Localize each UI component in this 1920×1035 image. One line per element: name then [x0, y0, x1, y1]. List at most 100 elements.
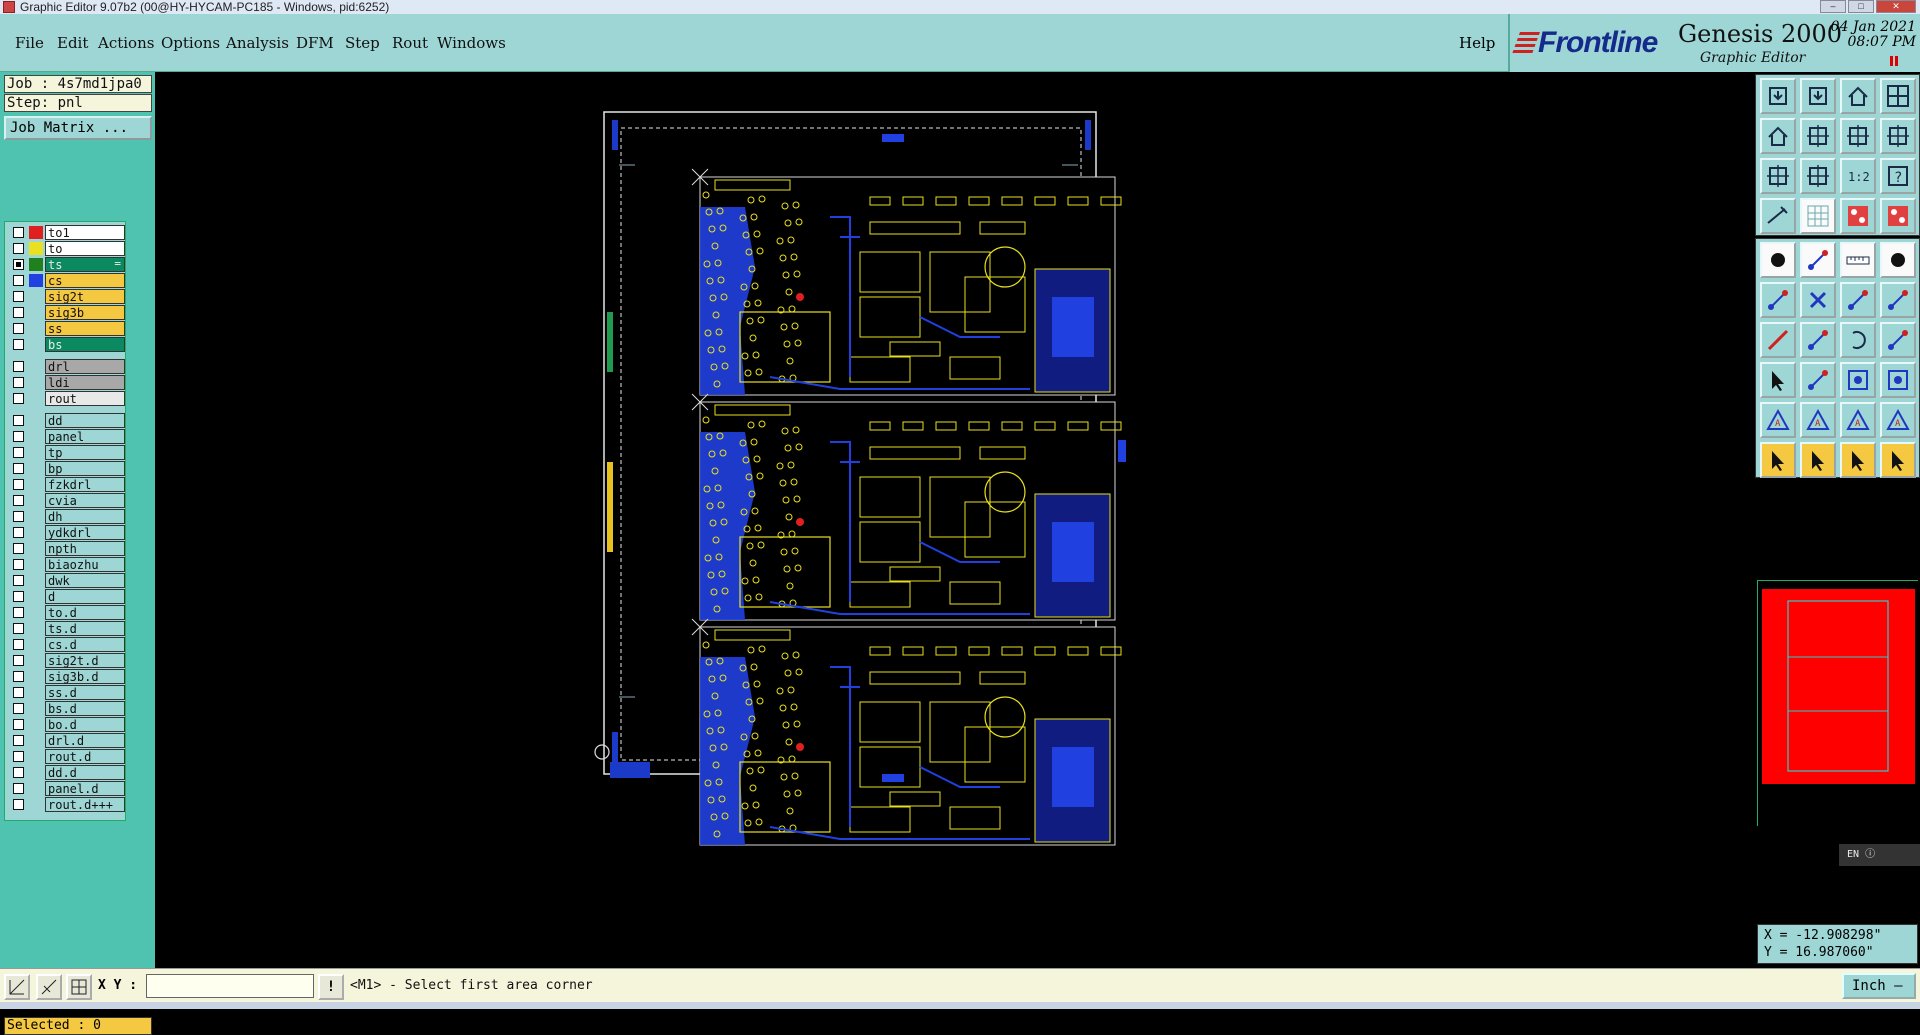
layer-row[interactable]: dd [7, 413, 125, 428]
layer-name[interactable]: to [45, 241, 125, 256]
menu-dfm[interactable]: DFM [296, 34, 334, 52]
layer-checkbox[interactable] [13, 527, 24, 538]
layer-color-swatch[interactable] [29, 274, 43, 287]
job-matrix-button[interactable]: Job Matrix ... [4, 116, 152, 140]
layer-checkbox[interactable] [13, 751, 24, 762]
draw-line-icon[interactable] [1800, 322, 1836, 358]
layer-color-swatch[interactable] [29, 638, 43, 651]
layer-row[interactable]: fzkdrl [7, 477, 125, 492]
measure-icon[interactable] [1760, 198, 1796, 234]
layer-name[interactable]: ydkdrl [45, 525, 125, 540]
help-query-icon[interactable]: ? [1880, 158, 1916, 194]
menu-analysis[interactable]: Analysis [226, 34, 289, 52]
close-icon[interactable]: ✕ [1876, 0, 1916, 13]
layer-row[interactable]: cvia [7, 493, 125, 508]
menu-windows[interactable]: Windows [437, 34, 506, 52]
layer-checkbox[interactable] [13, 495, 24, 506]
layer-name[interactable]: dwk [45, 573, 125, 588]
layer-row[interactable]: to [7, 241, 125, 256]
layer-name[interactable]: d [45, 589, 125, 604]
open-step-icon[interactable] [1760, 78, 1796, 114]
layer-color-swatch[interactable] [29, 558, 43, 571]
layer-checkbox[interactable] [13, 415, 24, 426]
select-net-icon[interactable] [1880, 442, 1916, 478]
layer-color-swatch[interactable] [29, 494, 43, 507]
polyline-icon[interactable] [1880, 322, 1916, 358]
ruler-icon[interactable] [1840, 242, 1876, 278]
layer-checkbox[interactable] [13, 339, 24, 350]
grid-icon[interactable] [1800, 198, 1836, 234]
triangle-a-icon[interactable]: A [1800, 402, 1836, 438]
layer-row[interactable]: dh [7, 509, 125, 524]
layer-checkbox[interactable] [13, 671, 24, 682]
draw-red-line-icon[interactable] [1760, 322, 1796, 358]
layer-color-swatch[interactable] [29, 766, 43, 779]
layer-checkbox[interactable] [13, 447, 24, 458]
layer-row[interactable]: ydkdrl [7, 525, 125, 540]
layer-checkbox[interactable] [13, 655, 24, 666]
layer-checkbox[interactable] [13, 323, 24, 334]
layer-name[interactable]: drl.d [45, 733, 125, 748]
menu-actions[interactable]: Actions [98, 34, 154, 52]
menu-options[interactable]: Options [161, 34, 220, 52]
arc-icon[interactable] [1840, 322, 1876, 358]
layer-name[interactable]: biaozhu [45, 557, 125, 572]
line-node-2-icon[interactable] [1880, 282, 1916, 318]
layer-name[interactable]: to1 [45, 225, 125, 240]
layer-row[interactable]: drl.d [7, 733, 125, 748]
triangle-b-icon[interactable]: A [1840, 402, 1876, 438]
xy-input[interactable] [146, 974, 314, 998]
connect-icon[interactable] [1760, 282, 1796, 318]
layer-row[interactable]: ss [7, 321, 125, 336]
layer-checkbox[interactable] [13, 591, 24, 602]
layer-row[interactable]: panel [7, 429, 125, 444]
layer-row[interactable]: ts.d [7, 621, 125, 636]
units-select[interactable]: Inch – [1842, 973, 1916, 999]
layer-checkbox[interactable] [13, 243, 24, 254]
triangle-c-icon[interactable]: A [1880, 402, 1916, 438]
layer-color-swatch[interactable] [29, 526, 43, 539]
layer-name[interactable]: dh [45, 509, 125, 524]
layer-color-swatch[interactable] [29, 306, 43, 319]
layer-name[interactable]: ts.d [45, 621, 125, 636]
layer-name[interactable]: panel.d [45, 781, 125, 796]
layer-row[interactable]: cs [7, 273, 125, 288]
layer-checkbox[interactable] [13, 393, 24, 404]
layer-color-swatch[interactable] [29, 750, 43, 763]
layer-row[interactable]: bp [7, 461, 125, 476]
layer-name[interactable]: rout [45, 391, 125, 406]
feature-box-icon[interactable] [1840, 362, 1876, 398]
layer-checkbox[interactable] [13, 361, 24, 372]
graphic-canvas[interactable] [155, 72, 1755, 968]
layer-row[interactable]: ldi [7, 375, 125, 390]
layer-name[interactable]: bo.d [45, 717, 125, 732]
layer-color-swatch[interactable] [29, 510, 43, 523]
layer-row[interactable]: bo.d [7, 717, 125, 732]
layer-row[interactable]: tp [7, 445, 125, 460]
window-split-icon[interactable] [1880, 78, 1916, 114]
layer-row[interactable]: cs.d [7, 637, 125, 652]
layer-checkbox[interactable] [13, 479, 24, 490]
layer-name[interactable]: cvia [45, 493, 125, 508]
layer-name[interactable]: to.d [45, 605, 125, 620]
snap-red-icon[interactable] [1840, 198, 1876, 234]
layer-color-swatch[interactable] [29, 430, 43, 443]
layer-color-swatch[interactable] [29, 622, 43, 635]
language-bar[interactable]: EN ⓘ [1839, 844, 1920, 866]
question-icon[interactable]: ⓘ [1865, 849, 1875, 860]
layer-name[interactable]: npth [45, 541, 125, 556]
layer-checkbox[interactable] [13, 703, 24, 714]
select-lasso-icon[interactable] [1840, 442, 1876, 478]
layer-row[interactable]: sig3b.d [7, 669, 125, 684]
layer-row[interactable]: drl [7, 359, 125, 374]
menu-help[interactable]: Help [1459, 34, 1495, 52]
layer-color-swatch[interactable] [29, 670, 43, 683]
layer-color-swatch[interactable] [29, 290, 43, 303]
layer-row[interactable]: rout.d [7, 749, 125, 764]
layer-color-swatch[interactable] [29, 798, 43, 811]
alert-icon[interactable]: ! [318, 974, 344, 1000]
layer-color-swatch[interactable] [29, 414, 43, 427]
delete-x-icon[interactable] [1800, 282, 1836, 318]
layer-name[interactable]: sig2t.d [45, 653, 125, 668]
layer-checkbox[interactable] [13, 377, 24, 388]
